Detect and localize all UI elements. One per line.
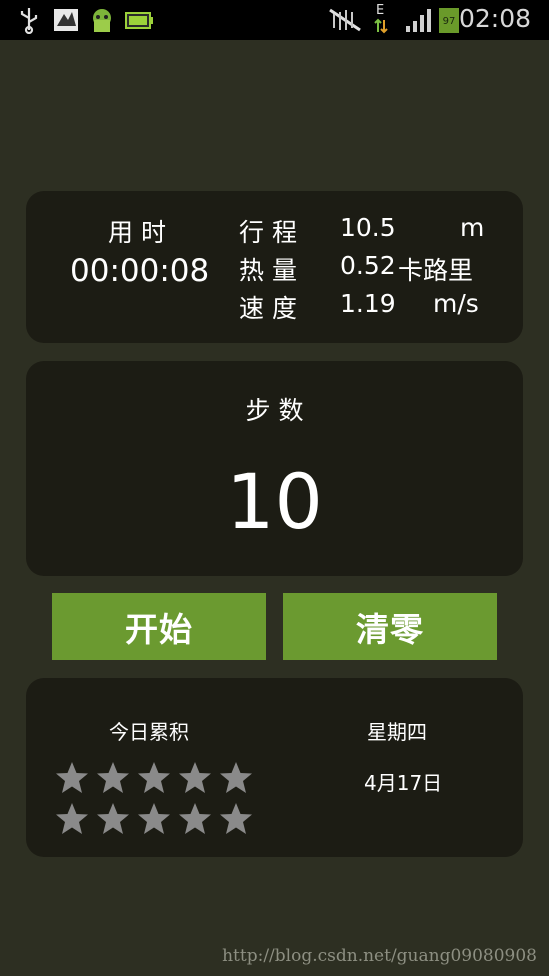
elapsed-label: 用 时 [108,218,166,247]
distance-unit: m [460,213,485,242]
star-icon [220,803,252,834]
battery-icon: 97 [439,8,459,33]
steps-card: 步 数 10 [26,361,523,576]
speed-unit: m/s [433,289,479,318]
date-label: 4月17日 [364,771,443,795]
clock: 02:08 [458,4,531,33]
start-button[interactable]: 开始 [52,593,266,660]
steps-count: 10 [226,457,323,546]
speed-value: 1.19 [340,289,396,318]
android-icon [93,9,111,32]
distance-label: 行 程 [239,218,297,247]
usb-icon [20,8,38,34]
app-icon [54,9,78,31]
calories-value: 0.52 [340,251,396,280]
battery-percent: 97 [442,16,456,27]
star-icon [56,803,88,834]
calories-unit: 卡路里 [398,256,474,285]
battery-app-icon [125,12,153,29]
calories-label: 热 量 [239,256,297,285]
stats-card: 用 时 00:00:08 行 程 10.5 m 热 量 0.52 卡路里 速 度… [26,191,523,343]
network-type-label: E [376,3,385,18]
star-icon [138,803,170,834]
today-total-label: 今日累积 [109,720,189,744]
elapsed-value: 00:00:08 [70,253,210,289]
distance-value: 10.5 [340,213,396,242]
steps-label: 步 数 [245,396,304,425]
data-arrows-icon [374,18,388,34]
star-icon [179,803,211,834]
star-icon [56,762,88,793]
today-card: 今日累积 星期四 4月17日 [26,678,523,857]
star-icon [179,762,211,793]
mute-icon [329,8,361,32]
signal-icon [406,9,431,32]
status-bar: E 97 02:08 [0,0,549,40]
star-icon [220,762,252,793]
watermark: http://blog.csdn.net/guang09080908 [222,946,537,966]
star-icon [97,803,129,834]
speed-label: 速 度 [239,294,297,323]
reset-button[interactable]: 清零 [283,593,497,660]
weekday-label: 星期四 [367,720,427,744]
star-icon [138,762,170,793]
star-icon [97,762,129,793]
